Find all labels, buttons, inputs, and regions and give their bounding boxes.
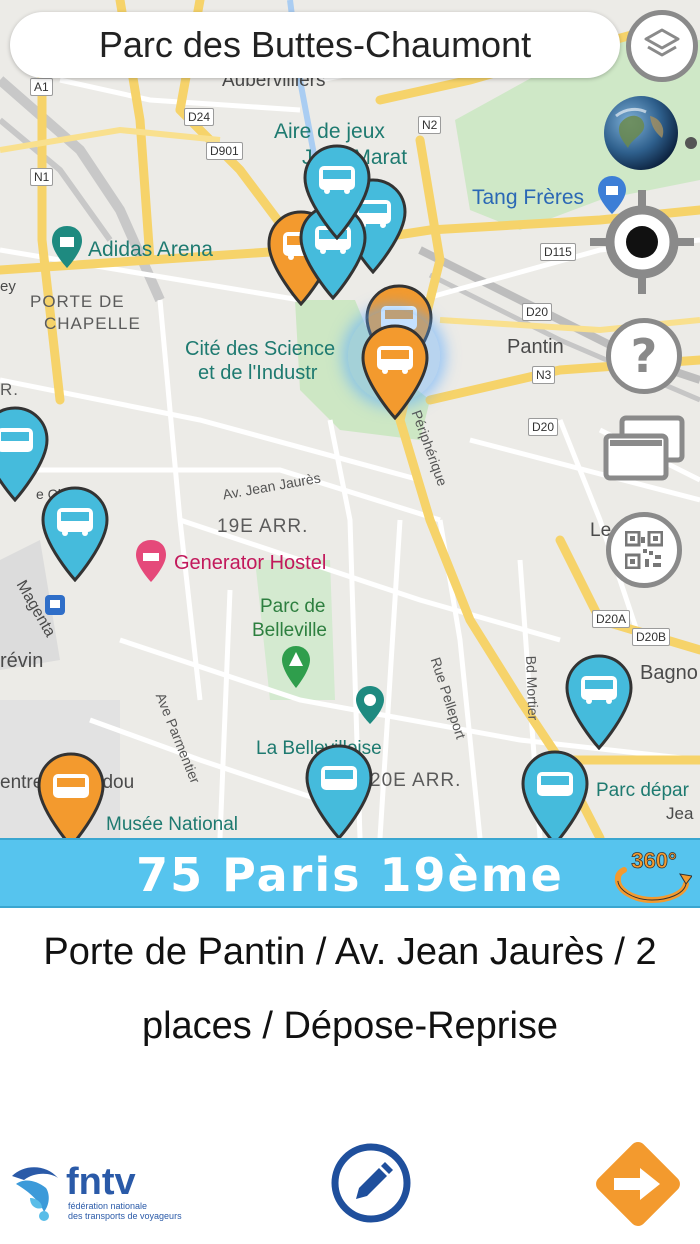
help-icon: ? — [630, 329, 658, 383]
crosshair-icon — [590, 190, 694, 294]
map-label-cite-sciences-2: et de l'Industr — [198, 362, 318, 384]
help-button[interactable]: ? — [606, 318, 682, 394]
map-label-porte-de: PORTE DE — [30, 292, 125, 311]
map-label-generator-hostel: Generator Hostel — [174, 552, 327, 574]
road-shield-n1: N1 — [30, 168, 54, 186]
road-shield-a1: A1 — [30, 78, 53, 96]
map-label-adidas-arena: Adidas Arena — [88, 238, 213, 261]
fntv-logo-icon: fntv fédération nationale des transports… — [12, 1161, 182, 1221]
metro-station-icon[interactable] — [44, 594, 66, 616]
qr-code-button[interactable] — [606, 512, 682, 588]
bus-stop-pin-blue[interactable] — [304, 744, 374, 838]
layers-button[interactable] — [626, 10, 698, 82]
globe-icon — [604, 96, 678, 170]
map-label-20e-arr: 20E ARR. — [370, 770, 462, 791]
road-shield-d20b: D20B — [632, 628, 671, 646]
map-label-pantin: Pantin — [507, 336, 564, 358]
next-button[interactable] — [590, 1136, 686, 1232]
theater-poi-icon[interactable] — [356, 686, 384, 726]
pencil-icon — [331, 1143, 411, 1223]
road-shield-d20: D20 — [522, 303, 553, 321]
road-shield-d24: D24 — [184, 108, 215, 126]
road-shield-n2: N2 — [418, 116, 442, 134]
stop-description: Porte de Pantin / Av. Jean Jaurès / 2 pl… — [43, 931, 657, 1047]
map-label-aire-de-jeux: Aire de jeux — [274, 120, 385, 143]
map-view[interactable]: Aubervilliers Aire de jeux Jean Marat Ta… — [0, 0, 700, 838]
map-label-musee-national: Musée National — [106, 814, 239, 835]
map-label-belleville: Belleville — [252, 620, 327, 641]
road-shield-d901: D901 — [206, 142, 243, 160]
map-label-ey: ey — [0, 278, 16, 295]
search-bar[interactable]: Parc des Buttes-Chaumont — [10, 12, 620, 78]
map-label-tang-freres: Tang Frères — [472, 186, 585, 209]
map-label-bd-mortier: Bd Mortier — [523, 655, 542, 721]
edit-button[interactable] — [331, 1143, 411, 1223]
bus-stop-pin-blue[interactable] — [40, 486, 110, 582]
hotel-poi-icon[interactable] — [136, 540, 166, 584]
map-label-parc-departemental: Parc dépar — [596, 780, 689, 801]
bus-stop-pin-orange[interactable] — [36, 752, 106, 838]
windows-button[interactable] — [602, 414, 688, 484]
selected-bus-stop-pin[interactable] — [360, 324, 430, 420]
badge-360-label: 360° — [631, 848, 677, 873]
bus-stop-pin-blue[interactable] — [564, 654, 634, 750]
windows-icon — [603, 415, 685, 481]
qr-code-icon — [625, 531, 663, 569]
satellite-badge-icon — [684, 136, 698, 150]
road-shield-d115: D115 — [540, 243, 576, 261]
map-label-19e-arr: 19E ARR. — [217, 516, 309, 537]
fntv-subtitle-2: des transports de voyageurs — [68, 1211, 182, 1221]
map-label-chapelle: CHAPELLE — [44, 314, 141, 333]
rotate-360-icon: 360° — [614, 848, 693, 904]
map-label-rr: R. — [0, 380, 19, 399]
fntv-wordmark: fntv — [66, 1161, 136, 1203]
view-360-button[interactable]: 360° — [610, 842, 693, 906]
stop-title-bar: 75 Paris 19ème 360° — [0, 838, 700, 908]
map-label-cite-sciences-1: Cité des Science — [185, 338, 336, 360]
stop-title: 75 Paris 19ème — [136, 848, 564, 902]
map-label-parc-de: Parc de — [260, 596, 326, 617]
stadium-poi-icon[interactable] — [52, 226, 82, 270]
fntv-logo: fntv fédération nationale des transports… — [10, 1158, 190, 1228]
map-label-revin: révin — [0, 650, 44, 672]
arrow-right-icon — [596, 1142, 680, 1226]
locate-me-button[interactable] — [588, 188, 696, 296]
bus-stop-pin-blue[interactable] — [520, 750, 590, 838]
satellite-view-button[interactable] — [602, 94, 680, 172]
search-title: Parc des Buttes-Chaumont — [98, 24, 532, 65]
fntv-subtitle-1: fédération nationale — [68, 1201, 147, 1211]
map-label-jea: Jea — [666, 804, 694, 823]
map-label-bagnolet: Bagno — [640, 662, 698, 684]
park-poi-icon[interactable] — [282, 646, 310, 690]
road-shield-d20a: D20A — [592, 610, 631, 628]
road-shield-n3: N3 — [532, 366, 556, 384]
road-shield-d20-2: D20 — [528, 418, 559, 436]
bus-stop-pin-blue[interactable] — [302, 144, 372, 240]
layers-icon — [644, 28, 680, 57]
